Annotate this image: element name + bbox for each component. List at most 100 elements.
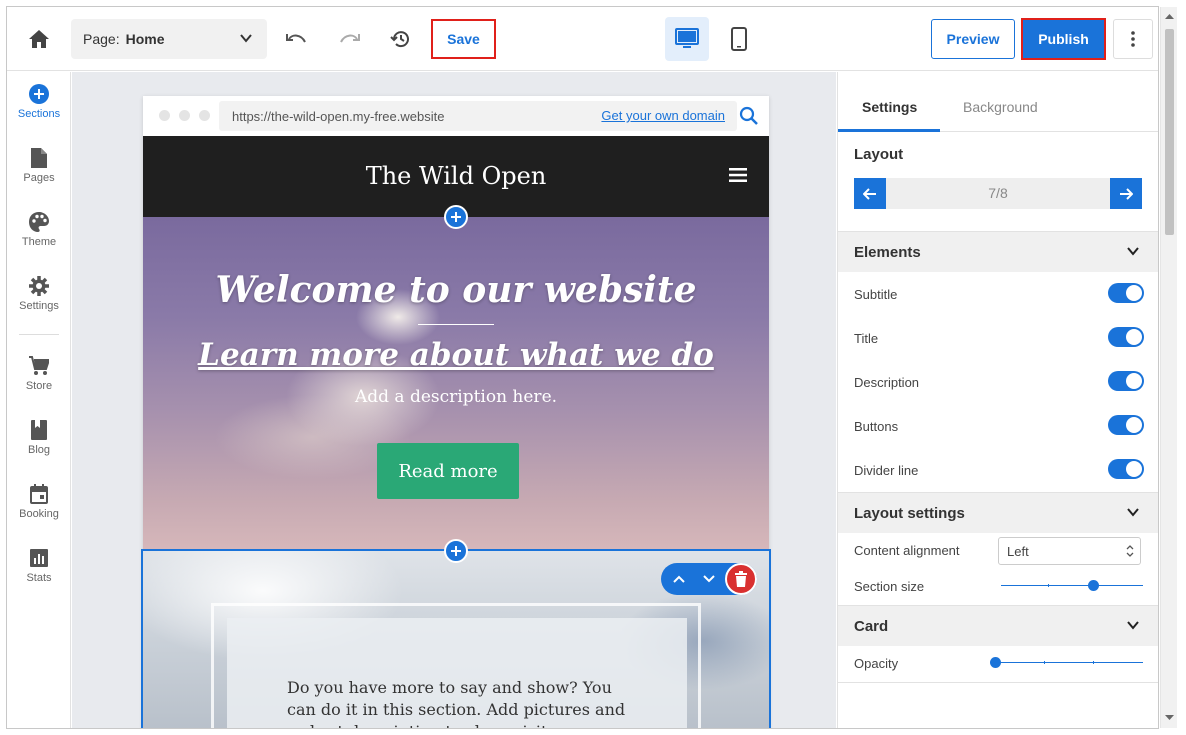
title-toggle[interactable] [1108, 327, 1144, 347]
scrollbar-thumb[interactable] [1165, 29, 1174, 235]
layout-next-button[interactable] [1110, 178, 1142, 209]
preview-button[interactable]: Preview [931, 19, 1015, 59]
sidebar-divider [19, 334, 59, 335]
content-alignment-label: Content alignment [854, 542, 960, 558]
element-label: Description [854, 374, 920, 390]
element-label: Buttons [854, 418, 899, 434]
chevron-down-icon [1127, 247, 1139, 256]
sidebar-item-label: Pages [23, 172, 55, 184]
add-section-button[interactable] [444, 205, 468, 229]
zoom-icon[interactable] [739, 106, 759, 126]
undo-button[interactable] [285, 27, 309, 51]
opacity-slider[interactable] [990, 656, 1143, 670]
panel-tabs: Settings Background [838, 72, 1158, 132]
sidebar-item-store[interactable]: Store [7, 344, 71, 400]
card-header[interactable]: Card [838, 606, 1158, 646]
cart-icon [29, 356, 49, 375]
get-domain-link[interactable]: Get your own domain [601, 108, 725, 123]
delete-section-button[interactable] [725, 563, 757, 595]
elements-header[interactable]: Elements [838, 232, 1158, 272]
hero-description[interactable]: Add a description here. [143, 387, 769, 407]
select-arrows-icon [1126, 545, 1134, 557]
chevron-down-icon [703, 575, 715, 583]
publish-button[interactable]: Publish [1021, 18, 1106, 60]
layout-settings-header[interactable]: Layout settings [838, 493, 1158, 533]
selected-section[interactable]: Do you have more to say and show? You ca… [141, 549, 771, 728]
divider-line-toggle[interactable] [1108, 459, 1144, 479]
slider-handle[interactable] [1088, 580, 1099, 591]
content-alignment-select[interactable]: Left [998, 537, 1141, 565]
plus-icon [451, 212, 461, 222]
book-icon [31, 420, 47, 440]
slider-track [995, 662, 1143, 663]
sidebar-item-label: Booking [19, 508, 59, 520]
history-button[interactable] [389, 27, 413, 51]
sidebar-item-label: Sections [17, 108, 61, 120]
layout-heading: Layout [854, 145, 904, 163]
slider-tick [1048, 584, 1049, 587]
hero-subtitle[interactable]: Learn more about what we do [143, 337, 769, 373]
chevron-down-icon [1127, 508, 1139, 517]
trash-icon [735, 571, 747, 587]
arrow-left-icon [863, 187, 876, 200]
palette-icon [29, 212, 49, 232]
move-up-button[interactable] [667, 567, 691, 591]
element-row-buttons: Buttons [854, 404, 1144, 448]
element-label: Divider line [854, 462, 919, 478]
slider-tick [1093, 661, 1094, 664]
site-title: The Wild Open [365, 162, 547, 190]
undo-icon [286, 34, 306, 43]
layout-prev-button[interactable] [854, 178, 886, 209]
scroll-up-icon[interactable] [1165, 12, 1174, 21]
sidebar-item-sections[interactable]: Sections [7, 72, 71, 128]
page-icon [31, 148, 47, 168]
subtitle-toggle[interactable] [1108, 283, 1144, 303]
mobile-icon [731, 27, 747, 51]
section-size-slider[interactable] [1001, 579, 1143, 593]
settings-panel: Settings Background Layout 7/8 Elements … [837, 72, 1158, 728]
read-more-button[interactable]: Read more [377, 443, 519, 499]
mobile-view-button[interactable] [721, 17, 757, 61]
left-sidebar: Sections Pages Theme Settings Store Blog… [7, 72, 71, 728]
page-scrollbar[interactable] [1160, 7, 1177, 728]
card-text[interactable]: Do you have more to say and show? You ca… [287, 677, 627, 728]
element-label: Subtitle [854, 286, 898, 302]
sidebar-item-settings[interactable]: Settings [7, 264, 71, 320]
sidebar-item-stats[interactable]: Stats [7, 536, 71, 592]
sidebar-item-booking[interactable]: Booking [7, 472, 71, 528]
description-toggle[interactable] [1108, 371, 1144, 391]
hero-section[interactable]: Welcome to our website Learn more about … [143, 217, 769, 549]
slider-tick [1044, 661, 1045, 664]
layout-value: 7/8 [988, 185, 1008, 201]
calendar-icon [30, 484, 48, 504]
hamburger-menu-icon[interactable] [729, 168, 747, 182]
desktop-icon [675, 28, 699, 48]
hero-divider-line [418, 324, 494, 325]
sidebar-item-blog[interactable]: Blog [7, 408, 71, 464]
more-options-button[interactable] [1113, 19, 1153, 59]
tab-background[interactable]: Background [963, 99, 1038, 115]
plus-circle-icon [29, 84, 49, 104]
sidebar-item-pages[interactable]: Pages [7, 136, 71, 192]
page-selector[interactable]: Page: Home [71, 19, 267, 59]
home-button[interactable] [25, 25, 53, 53]
sidebar-item-label: Theme [21, 236, 57, 248]
element-label: Title [854, 330, 879, 346]
slider-handle[interactable] [990, 657, 1001, 668]
card-heading: Card [854, 617, 889, 635]
add-section-button[interactable] [444, 539, 468, 563]
divider [838, 682, 1158, 683]
sidebar-item-theme[interactable]: Theme [7, 200, 71, 256]
desktop-view-button[interactable] [665, 17, 709, 61]
site-preview-window: https://the-wild-open.my-free.website Ge… [141, 96, 771, 728]
save-button[interactable]: Save [431, 19, 496, 59]
redo-button[interactable] [337, 27, 361, 51]
home-icon [29, 30, 49, 48]
page-selector-prefix: Page: [83, 31, 120, 47]
top-toolbar: Page: Home Save Preview Publish [7, 7, 1158, 71]
move-down-button[interactable] [697, 567, 721, 591]
tab-settings[interactable]: Settings [862, 99, 917, 115]
scroll-down-icon[interactable] [1165, 713, 1174, 722]
hero-title[interactable]: Welcome to our website [143, 269, 769, 311]
buttons-toggle[interactable] [1108, 415, 1144, 435]
